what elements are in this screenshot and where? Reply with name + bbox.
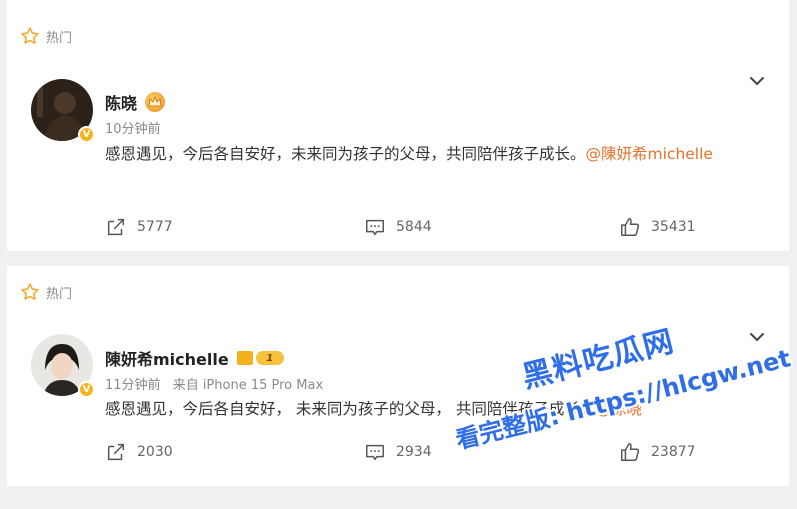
author-name[interactable]: 陳妍希michelle <box>105 346 229 370</box>
post-time: 10分钟前 <box>105 122 161 137</box>
thumbs-up-icon <box>621 443 640 461</box>
mention-link[interactable]: @陈晓 <box>595 400 642 418</box>
like-count: 35431 <box>651 219 696 235</box>
verified-icon: V <box>78 126 95 143</box>
post-card: 热门 V 陳妍希michelle 1 11分钟前 来自 iPhone 15 Pr… <box>7 266 789 486</box>
chevron-down-icon[interactable] <box>749 73 765 89</box>
hot-label: 热门 <box>46 286 73 302</box>
post-time: 11分钟前 <box>105 378 161 393</box>
hot-label: 热门 <box>46 30 73 46</box>
action-bar: 2030 2934 23877 <box>7 441 789 465</box>
action-bar: 5777 5844 35431 <box>7 216 789 240</box>
crown-box-icon <box>236 351 253 365</box>
comment-count: 5844 <box>396 219 432 235</box>
post-card: 热门 V 陈晓 10分钟前 感恩遇见，今后各自安好，未来同为孩子的父母，共同陪伴… <box>7 0 789 251</box>
comment-button[interactable]: 5844 <box>364 216 432 238</box>
post-text: 感恩遇见，今后各自安好， 未来同为孩子的父母， 共同陪伴孩子成长。@陈晓 <box>105 394 745 424</box>
crown-badge-icon <box>145 92 166 112</box>
post-meta: 11分钟前 来自 iPhone 15 Pro Max <box>105 374 323 393</box>
mention-link[interactable]: @陳妍希michelle <box>586 145 713 163</box>
repost-button[interactable]: 2030 <box>105 441 173 463</box>
chevron-down-icon[interactable] <box>749 329 765 345</box>
level-number: 1 <box>255 351 284 365</box>
thumbs-up-icon <box>621 218 640 236</box>
author-row: 陳妍希michelle 1 <box>105 346 284 370</box>
post-body: 感恩遇见，今后各自安好， 未来同为孩子的父母， 共同陪伴孩子成长。 <box>105 400 596 418</box>
verified-icon: V <box>78 381 95 398</box>
comment-icon <box>366 219 384 236</box>
repost-count: 2030 <box>137 444 173 460</box>
hot-tag: 热门 <box>20 26 72 46</box>
comment-button[interactable]: 2934 <box>364 441 432 463</box>
repost-count: 5777 <box>137 219 173 235</box>
like-button[interactable]: 23877 <box>619 441 696 463</box>
post-body: 感恩遇见，今后各自安好，未来同为孩子的父母，共同陪伴孩子成长。 <box>105 145 586 163</box>
author-row: 陈晓 <box>105 90 166 114</box>
comment-count: 2934 <box>396 444 432 460</box>
post-source[interactable]: 来自 iPhone 15 Pro Max <box>173 378 323 393</box>
author-name[interactable]: 陈晓 <box>105 90 137 114</box>
level-badge: 1 <box>236 351 284 365</box>
avatar[interactable]: V <box>31 79 95 143</box>
star-icon <box>21 27 39 44</box>
hot-tag: 热门 <box>20 282 72 302</box>
repost-button[interactable]: 5777 <box>105 216 173 238</box>
comment-icon <box>366 444 384 461</box>
star-icon <box>21 283 39 300</box>
share-icon <box>107 218 125 236</box>
avatar[interactable]: V <box>31 334 95 398</box>
share-icon <box>107 443 125 461</box>
like-button[interactable]: 35431 <box>619 216 696 238</box>
like-count: 23877 <box>651 444 696 460</box>
post-text: 感恩遇见，今后各自安好，未来同为孩子的父母，共同陪伴孩子成长。@陳妍希miche… <box>105 139 745 169</box>
